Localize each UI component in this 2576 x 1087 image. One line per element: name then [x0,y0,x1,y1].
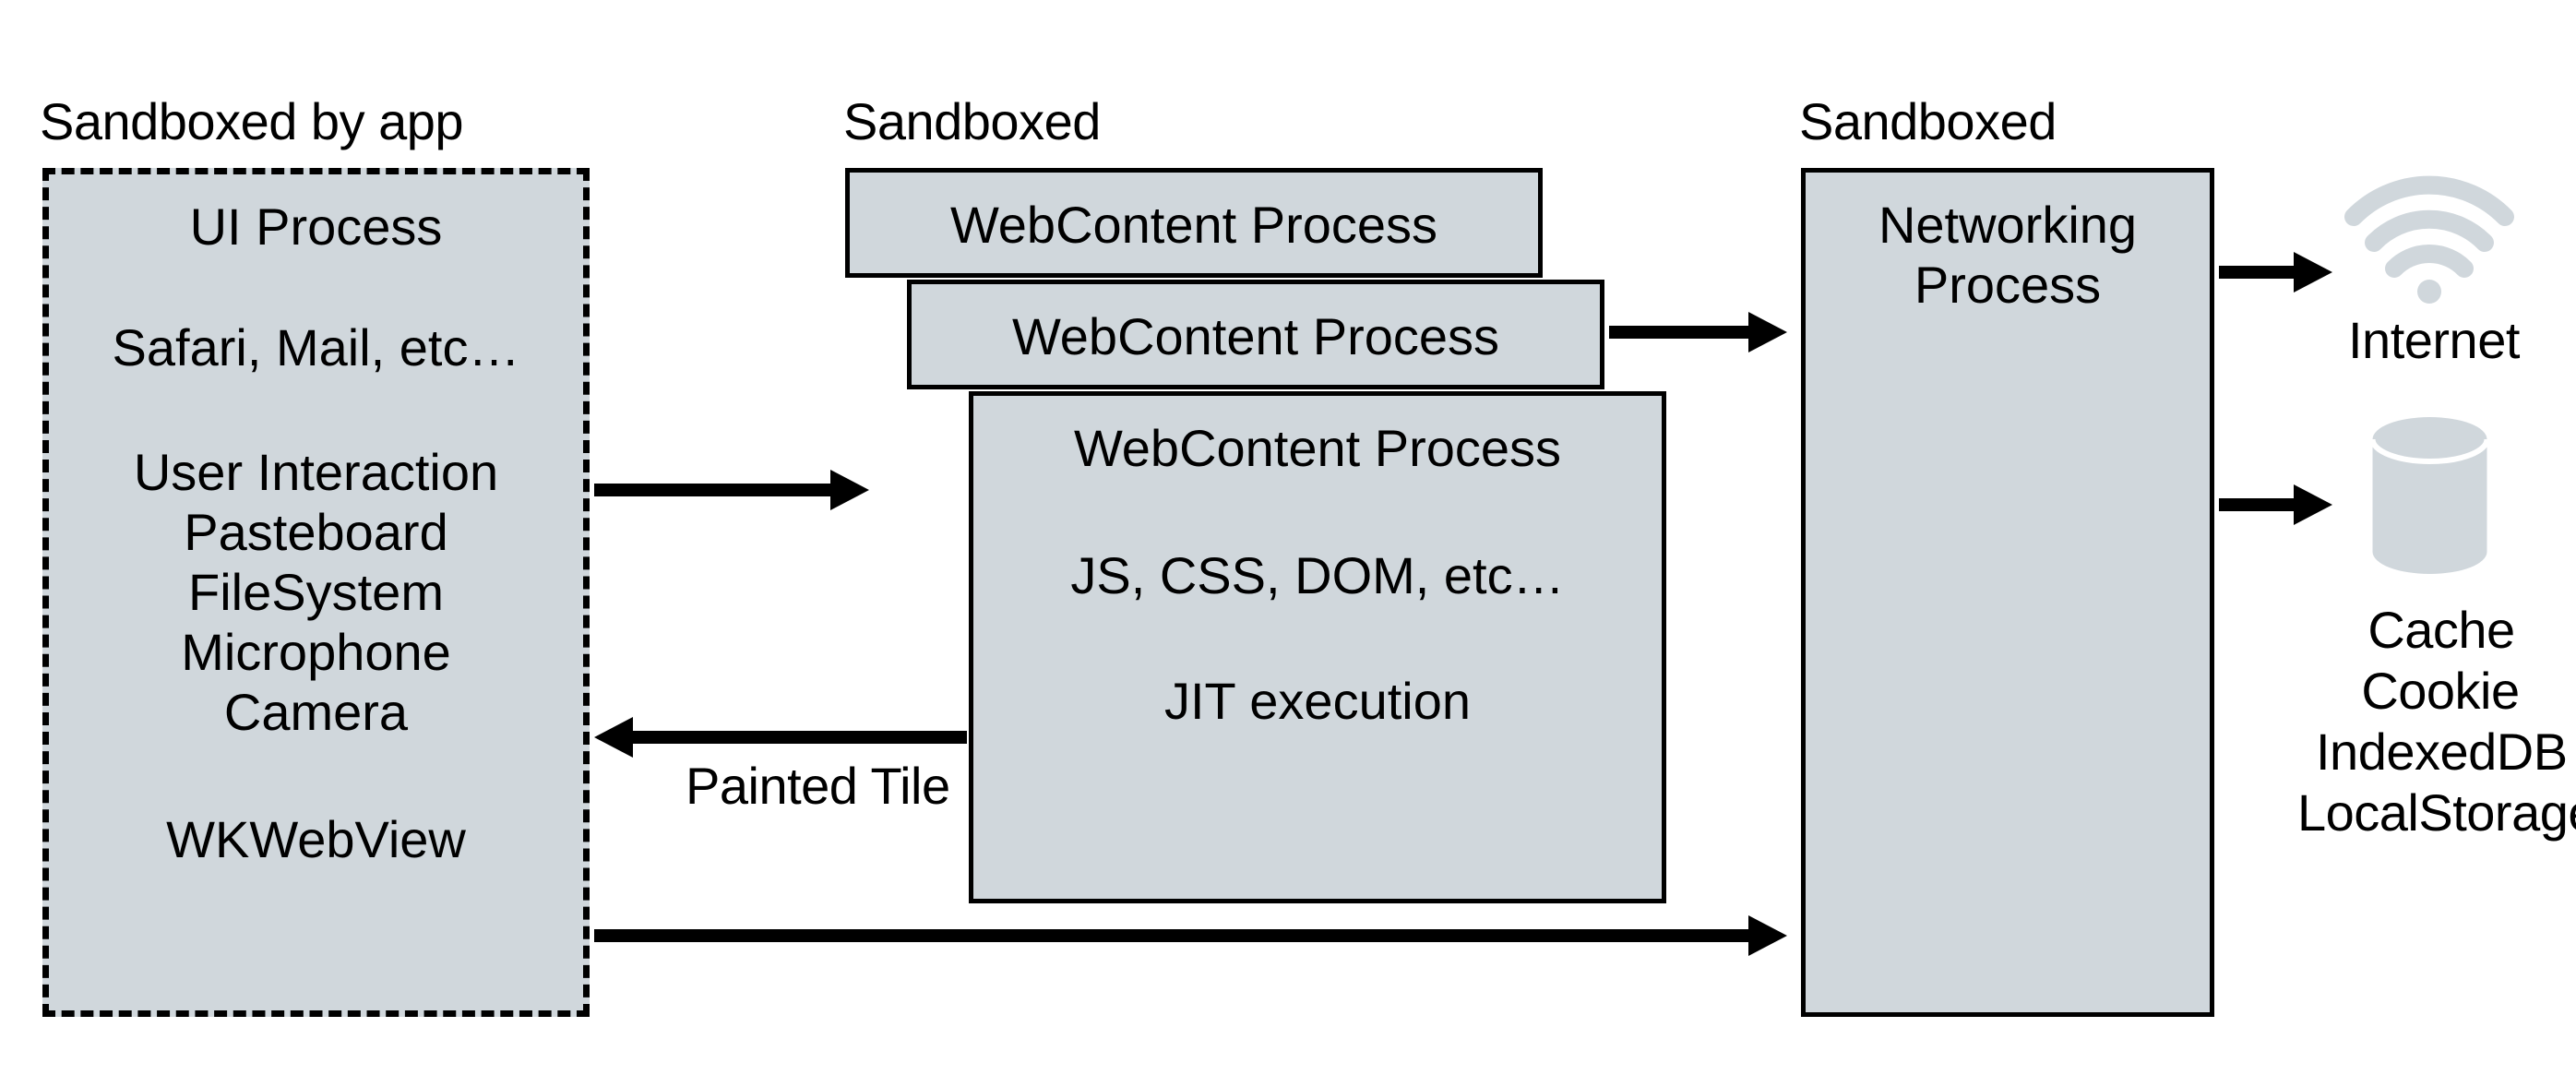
storage-label-1: Cache [2358,600,2524,660]
ui-process-cap-2: Pasteboard [49,502,583,562]
ui-process-title: UI Process [49,197,583,257]
internet-label: Internet [2348,310,2520,370]
networking-title: Networking Process [1806,195,2210,315]
arrow-webcontent-to-ui-head [594,717,633,758]
arrow-webcontent-to-ui [627,731,967,744]
ui-process-apps: Safari, Mail, etc… [49,317,583,377]
ui-process-cap-5: Camera [49,682,583,742]
ui-process-cap-3: FileSystem [49,562,583,622]
arrow-networking-to-storage-head [2294,484,2332,525]
header-ui: Sandboxed by app [40,91,463,151]
arrow-ui-to-networking-head [1748,915,1787,956]
arrow-networking-to-internet-head [2294,252,2332,293]
webcontent-body-1: JS, CSS, DOM, etc… [973,545,1662,605]
webcontent-title-2: WebContent Process [912,306,1600,366]
networking-box: Networking Process [1801,168,2214,1017]
arrow-ui-to-webcontent [594,484,838,496]
webcontent-body-2: JIT execution [973,671,1662,731]
header-net: Sandboxed [1799,91,2057,151]
arrow-webcontent-to-networking [1609,326,1755,339]
arrow-networking-to-internet [2219,266,2300,279]
database-icon [2368,413,2491,578]
header-web: Sandboxed [843,91,1101,151]
ui-process-box: UI Process Safari, Mail, etc… User Inter… [42,168,590,1017]
arrow-ui-to-webcontent-head [830,470,869,510]
webcontent-title-1: WebContent Process [850,195,1538,255]
storage-label-4: LocalStorage [2297,782,2576,842]
webcontent-box-front: WebContent Process JS, CSS, DOM, etc… JI… [969,391,1666,903]
webcontent-title-3: WebContent Process [973,418,1662,478]
diagram-canvas: Sandboxed by app Sandboxed Sandboxed UI … [0,0,2576,1087]
webcontent-box-back: WebContent Process [845,168,1543,278]
wifi-icon [2342,166,2517,305]
storage-label-2: Cookie [2353,661,2528,721]
arrow-ui-to-networking [594,929,1755,942]
ui-process-cap-1: User Interaction [49,442,583,502]
webcontent-box-mid: WebContent Process [907,280,1604,389]
painted-tile-label: Painted Tile [686,756,950,816]
storage-label-3: IndexedDB [2316,722,2565,782]
arrow-webcontent-to-networking-head [1748,312,1787,352]
arrow-networking-to-storage [2219,498,2300,511]
ui-process-view: WKWebView [49,809,583,869]
ui-process-cap-4: Microphone [49,622,583,682]
